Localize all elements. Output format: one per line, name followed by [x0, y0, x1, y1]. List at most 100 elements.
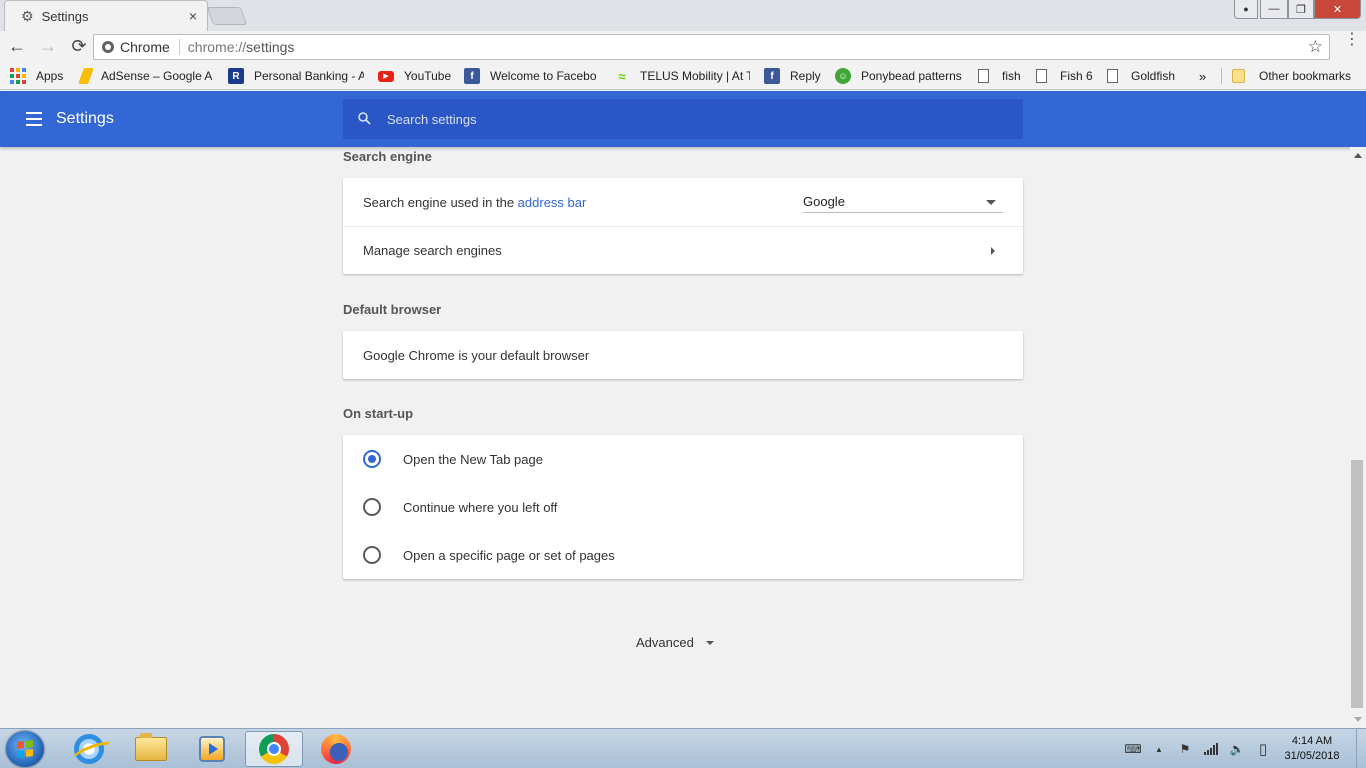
- bookmark-youtube[interactable]: ▶ YouTube: [378, 65, 458, 87]
- advanced-button[interactable]: Advanced: [636, 635, 714, 650]
- search-engine-label: Search engine used in the address bar: [363, 195, 586, 210]
- startup-option-specific-pages[interactable]: Open a specific page or set of pages: [343, 531, 1023, 579]
- forward-arrow-icon: →: [39, 36, 57, 56]
- browser-toolbar: ← → ⟳ Chrome chrome://settings ☆ ⋮: [0, 31, 1366, 62]
- tab-settings[interactable]: ⚙ Settings ×: [4, 0, 208, 31]
- scroll-thumb[interactable]: [1351, 460, 1363, 708]
- bank-icon: R: [228, 68, 244, 84]
- minimize-icon: —: [1268, 3, 1280, 15]
- minimize-button[interactable]: —: [1260, 0, 1288, 19]
- bookmark-label: YouTube: [404, 69, 452, 83]
- tab-close-icon[interactable]: ×: [189, 8, 197, 24]
- bookmark-adsense[interactable]: AdSense – Google A: [78, 65, 214, 87]
- battery-icon[interactable]: ▯: [1254, 740, 1272, 758]
- bookmark-label: Fish 6: [1060, 69, 1093, 83]
- adsense-icon: [78, 68, 94, 84]
- taskbar-internet-explorer[interactable]: [60, 731, 118, 767]
- radio-button[interactable]: [363, 498, 381, 516]
- new-tab-button[interactable]: [206, 7, 248, 25]
- manage-search-engines-label: Manage search engines: [363, 243, 502, 258]
- other-bookmarks-folder[interactable]: Other bookmarks: [1232, 65, 1356, 87]
- radio-button-checked[interactable]: [363, 450, 381, 468]
- taskbar-chrome[interactable]: [245, 731, 303, 767]
- address-bar-link[interactable]: address bar: [518, 195, 587, 210]
- radio-button[interactable]: [363, 546, 381, 564]
- bookmark-goldfish[interactable]: Goldfish: [1105, 65, 1185, 87]
- startup-option-continue[interactable]: Continue where you left off: [343, 483, 1023, 531]
- system-clock[interactable]: 4:14 AM 31/05/2018: [1272, 734, 1352, 764]
- startup-option-label: Open a specific page or set of pages: [403, 547, 615, 563]
- menu-icon[interactable]: [26, 112, 42, 126]
- bookmark-star-icon[interactable]: ☆: [1308, 37, 1323, 57]
- default-browser-row: Google Chrome is your default browser: [343, 331, 1023, 379]
- close-window-button[interactable]: ✕: [1314, 0, 1361, 19]
- back-button[interactable]: ←: [3, 33, 31, 61]
- smiley-icon: ☺: [835, 68, 851, 84]
- search-engine-row: Search engine used in the address bar Go…: [343, 178, 1023, 226]
- bookmark-label: Apps: [36, 69, 64, 83]
- taskbar-firefox[interactable]: [307, 731, 365, 767]
- bookmark-apps[interactable]: Apps: [10, 65, 70, 87]
- scroll-up-icon[interactable]: [1354, 153, 1362, 158]
- search-engine-selected: Google: [803, 194, 845, 209]
- taskbar-media-player[interactable]: [183, 731, 241, 767]
- search-engine-select[interactable]: Google: [803, 189, 1003, 213]
- search-input[interactable]: [387, 109, 987, 129]
- bookmark-label: Other bookmarks: [1259, 69, 1352, 83]
- bookmark-label: Personal Banking - A: [254, 69, 364, 83]
- bookmark-label: fish: [1002, 69, 1021, 83]
- startup-option-label: Open the New Tab page: [403, 451, 543, 467]
- chevron-down-icon: [705, 640, 714, 645]
- gear-icon: ⚙: [21, 7, 34, 24]
- action-center-flag-icon[interactable]: ⚑: [1176, 740, 1194, 758]
- keyboard-icon[interactable]: ⌨: [1124, 740, 1142, 758]
- startup-option-label: Continue where you left off: [403, 499, 558, 515]
- dropdown-arrow-icon: [986, 200, 996, 205]
- bookmark-ponybead[interactable]: ☺ Ponybead patterns: [835, 65, 969, 87]
- bookmark-fish[interactable]: fish: [976, 65, 1026, 87]
- youtube-icon: ▶: [378, 70, 394, 82]
- reload-button[interactable]: ⟳: [65, 33, 93, 61]
- forward-button[interactable]: →: [34, 33, 62, 61]
- reload-icon: ⟳: [71, 36, 87, 56]
- media-player-icon: [199, 736, 225, 762]
- search-box[interactable]: [343, 99, 1023, 139]
- scroll-down-icon[interactable]: [1354, 717, 1362, 722]
- back-arrow-icon: ←: [8, 36, 26, 56]
- restore-icon: ❐: [1296, 3, 1306, 16]
- bookmark-reply[interactable]: f Reply: [764, 65, 826, 87]
- telus-icon: ≈: [618, 68, 626, 84]
- taskbar-file-explorer[interactable]: [122, 731, 180, 767]
- facebook-icon: f: [764, 68, 780, 84]
- network-signal-icon[interactable]: [1202, 740, 1220, 758]
- page-scrollbar[interactable]: [1350, 147, 1366, 728]
- folder-icon: [1232, 69, 1245, 83]
- section-title-startup: On start-up: [343, 406, 414, 421]
- bookmark-label: AdSense – Google A: [101, 69, 213, 83]
- bookmark-label: Reply: [790, 69, 821, 83]
- bookmark-fish-6[interactable]: Fish 6: [1034, 65, 1098, 87]
- bookmarks-divider: [1221, 68, 1222, 84]
- profile-button[interactable]: ●: [1234, 0, 1258, 19]
- bookmark-telus[interactable]: ≈ TELUS Mobility | At T: [614, 65, 750, 87]
- start-button[interactable]: [6, 731, 44, 767]
- facebook-icon: f: [464, 68, 480, 84]
- chrome-menu-icon[interactable]: ⋮: [1344, 32, 1360, 48]
- tab-strip: ⚙ Settings × ● — ❐ ✕: [0, 0, 1366, 31]
- section-title-default-browser: Default browser: [343, 302, 442, 317]
- chevron-right-icon: [991, 247, 995, 255]
- manage-search-engines-row[interactable]: Manage search engines: [343, 226, 1023, 274]
- maximize-button[interactable]: ❐: [1288, 0, 1314, 19]
- address-bar[interactable]: Chrome chrome://settings ☆: [93, 34, 1330, 60]
- bookmarks-overflow-button[interactable]: »: [1199, 65, 1215, 87]
- volume-icon[interactable]: 🔈: [1228, 740, 1246, 758]
- bookmark-label: TELUS Mobility | At T: [640, 69, 750, 83]
- bookmark-facebook[interactable]: f Welcome to Facebo: [464, 65, 600, 87]
- firefox-icon: [321, 734, 351, 764]
- bookmark-personal-banking[interactable]: R Personal Banking - A: [228, 65, 364, 87]
- page-title: Settings: [56, 110, 114, 127]
- startup-option-new-tab[interactable]: Open the New Tab page: [343, 435, 1023, 483]
- show-desktop-button[interactable]: [1356, 729, 1366, 768]
- show-hidden-icons-icon[interactable]: ▲: [1150, 740, 1168, 758]
- chrome-page-icon: [102, 41, 114, 53]
